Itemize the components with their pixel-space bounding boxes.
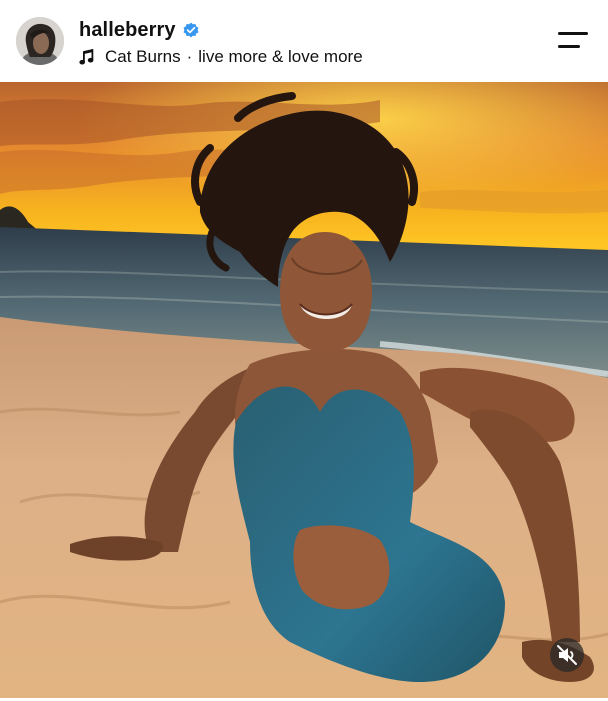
verified-badge-icon bbox=[182, 21, 200, 39]
audio-artist: Cat Burns bbox=[105, 47, 181, 66]
audio-track: live more & love more bbox=[198, 47, 363, 66]
username[interactable]: halleberry bbox=[79, 19, 176, 42]
hamburger-menu-icon-line bbox=[558, 45, 580, 48]
post-header: halleberry Cat Burns · live more & love … bbox=[0, 0, 608, 82]
music-note-icon bbox=[79, 48, 95, 66]
audio-separator: · bbox=[186, 47, 193, 66]
avatar-image bbox=[16, 17, 64, 65]
audio-link[interactable]: Cat Burns · live more & love more bbox=[79, 45, 363, 69]
username-row: halleberry bbox=[79, 17, 200, 43]
post-media[interactable] bbox=[0, 82, 608, 698]
speaker-muted-icon bbox=[557, 645, 577, 665]
menu-button[interactable] bbox=[558, 30, 590, 50]
instagram-post: halleberry Cat Burns · live more & love … bbox=[0, 0, 608, 701]
post-photo bbox=[0, 82, 608, 698]
mute-button[interactable] bbox=[550, 638, 584, 672]
avatar[interactable] bbox=[16, 17, 64, 65]
hamburger-menu-icon bbox=[558, 32, 588, 35]
